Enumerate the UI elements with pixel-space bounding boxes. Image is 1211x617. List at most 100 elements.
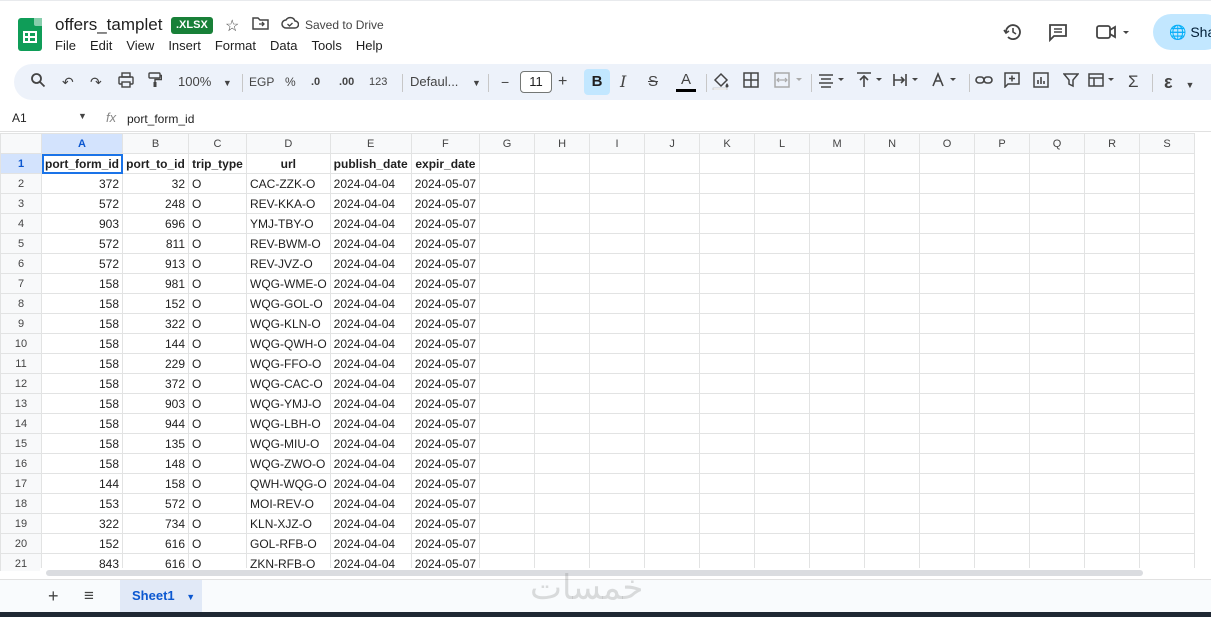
cell[interactable] <box>754 373 811 394</box>
cell[interactable] <box>974 393 1031 414</box>
cell[interactable] <box>644 453 701 474</box>
cell[interactable] <box>534 393 591 414</box>
cell[interactable] <box>974 313 1031 334</box>
cell[interactable] <box>699 393 756 414</box>
cell[interactable]: WQG-MIU-O <box>246 433 331 454</box>
strikethrough-button[interactable]: S <box>648 72 658 92</box>
cell[interactable] <box>919 293 976 314</box>
cell[interactable] <box>809 513 866 534</box>
row-header[interactable]: 1 <box>0 153 42 174</box>
cell[interactable]: 572 <box>122 493 190 514</box>
cell[interactable] <box>1139 173 1196 194</box>
cell[interactable] <box>589 313 646 334</box>
column-header-R[interactable]: R <box>1084 133 1141 154</box>
cell[interactable] <box>644 253 701 274</box>
cell[interactable] <box>1029 213 1086 234</box>
row-header[interactable]: 7 <box>0 273 42 294</box>
cell[interactable] <box>1029 293 1086 314</box>
cell[interactable]: port_to_id <box>122 153 190 174</box>
row-header[interactable]: 8 <box>0 293 42 314</box>
cell[interactable] <box>809 153 866 174</box>
cell[interactable] <box>534 433 591 454</box>
column-header-D[interactable]: D <box>246 133 331 154</box>
print-icon[interactable] <box>118 72 134 92</box>
cell[interactable] <box>1084 253 1141 274</box>
cell[interactable] <box>534 333 591 354</box>
cell[interactable] <box>1139 493 1196 514</box>
cell[interactable]: 158 <box>40 353 124 374</box>
cell[interactable] <box>534 413 591 434</box>
cell[interactable] <box>644 313 701 334</box>
menu-file[interactable]: File <box>55 38 84 53</box>
cell[interactable]: WQG-LBH-O <box>246 413 331 434</box>
cell[interactable]: O <box>188 213 248 234</box>
cell[interactable] <box>864 513 921 534</box>
cell[interactable] <box>754 313 811 334</box>
decrease-decimal-button[interactable]: .0 <box>311 72 320 92</box>
column-header-F[interactable]: F <box>410 133 481 154</box>
cell[interactable]: 903 <box>40 213 124 234</box>
cell[interactable] <box>1029 273 1086 294</box>
cell[interactable] <box>644 493 701 514</box>
text-rotation-icon[interactable] <box>930 71 960 92</box>
cell[interactable] <box>1139 473 1196 494</box>
cell[interactable] <box>809 453 866 474</box>
row-header[interactable]: 14 <box>0 413 42 434</box>
star-icon[interactable]: ☆ <box>225 16 239 36</box>
cell[interactable] <box>974 233 1031 254</box>
meet-video-icon[interactable] <box>1096 22 1130 47</box>
cell[interactable] <box>919 433 976 454</box>
cell[interactable]: MOI-REV-O <box>246 493 331 514</box>
cell[interactable] <box>974 173 1031 194</box>
cell[interactable] <box>699 533 756 554</box>
cell[interactable] <box>1029 473 1086 494</box>
cell[interactable] <box>974 533 1031 554</box>
cell[interactable] <box>589 213 646 234</box>
cell[interactable] <box>589 193 646 214</box>
text-wrapping-icon[interactable] <box>892 72 922 92</box>
cell[interactable] <box>534 453 591 474</box>
cell[interactable] <box>864 333 921 354</box>
cell[interactable] <box>589 173 646 194</box>
column-header-G[interactable]: G <box>479 133 536 154</box>
cell[interactable] <box>1139 413 1196 434</box>
cell[interactable] <box>1139 253 1196 274</box>
cell[interactable]: 2024-04-04 <box>329 473 412 494</box>
cell[interactable] <box>864 153 921 174</box>
cell[interactable]: 811 <box>122 233 190 254</box>
cell[interactable] <box>1029 533 1086 554</box>
cell[interactable] <box>589 293 646 314</box>
cell[interactable]: 158 <box>40 293 124 314</box>
cell[interactable] <box>534 153 591 174</box>
cell[interactable]: 2024-05-07 <box>410 293 481 314</box>
cell[interactable]: WQG-QWH-O <box>246 333 331 354</box>
cell[interactable]: 2024-04-04 <box>329 373 412 394</box>
cell[interactable] <box>1084 293 1141 314</box>
cell[interactable] <box>1084 333 1141 354</box>
cell[interactable] <box>479 193 536 214</box>
zoom-select[interactable]: 100% ▼ <box>178 72 232 92</box>
cell[interactable]: 144 <box>40 473 124 494</box>
formula-input[interactable]: port_form_id <box>127 112 194 126</box>
cell[interactable]: WQG-GOL-O <box>246 293 331 314</box>
cell[interactable] <box>1139 373 1196 394</box>
cell[interactable]: 322 <box>122 313 190 334</box>
cell[interactable]: 2024-04-04 <box>329 493 412 514</box>
cell[interactable] <box>809 233 866 254</box>
version-history-icon[interactable] <box>1003 22 1023 47</box>
name-box[interactable]: A1 <box>12 111 27 125</box>
row-header[interactable]: 3 <box>0 193 42 214</box>
cell[interactable]: O <box>188 473 248 494</box>
cell[interactable] <box>1029 153 1086 174</box>
cell[interactable] <box>644 293 701 314</box>
cell[interactable] <box>479 293 536 314</box>
cell[interactable] <box>1084 233 1141 254</box>
cell[interactable] <box>644 513 701 534</box>
cell[interactable]: url <box>246 153 331 174</box>
cell[interactable] <box>479 493 536 514</box>
cell[interactable] <box>479 153 536 174</box>
cell[interactable]: O <box>188 173 248 194</box>
menu-help[interactable]: Help <box>356 38 391 53</box>
cell[interactable] <box>1139 273 1196 294</box>
cell[interactable]: O <box>188 373 248 394</box>
